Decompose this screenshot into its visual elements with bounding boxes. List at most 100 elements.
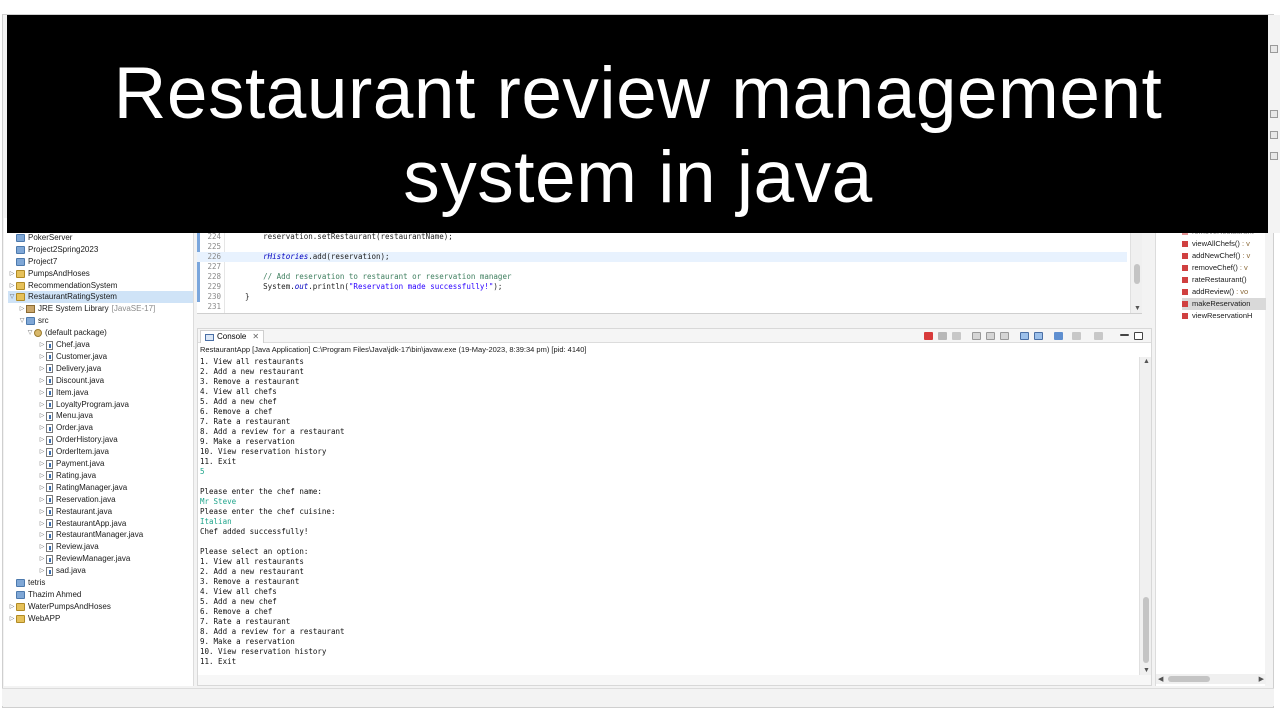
code-line[interactable]: 225 <box>197 242 1127 252</box>
view-icon[interactable] <box>1270 152 1278 160</box>
remove-launch-icon[interactable] <box>938 332 947 340</box>
explorer-item[interactable]: ▽ (default package) <box>26 327 107 339</box>
clear-console-icon[interactable] <box>972 332 981 340</box>
close-icon[interactable]: ✕ <box>252 331 259 343</box>
pin-console-icon[interactable] <box>1054 332 1063 340</box>
console-scroll-thumb[interactable] <box>1143 597 1149 663</box>
explorer-item[interactable]: ▷ PumpsAndHoses <box>8 268 90 280</box>
explorer-item[interactable]: ▷ RestaurantApp.java <box>38 518 126 530</box>
explorer-item[interactable]: ▷ OrderHistory.java <box>38 434 118 446</box>
explorer-item[interactable]: ▷ Customer.java <box>38 351 107 363</box>
explorer-item[interactable]: ▷ Payment.java <box>38 458 104 470</box>
explorer-item[interactable]: ▷ Review.java <box>38 541 99 553</box>
expand-toggle-icon[interactable]: ▷ <box>38 494 46 506</box>
explorer-item[interactable]: ▷ JRE System Library [JavaSE-17] <box>18 303 155 315</box>
code-line[interactable]: 231 <box>197 302 1127 312</box>
code-line[interactable]: 226 rHistories.add(reservation); <box>197 252 1127 262</box>
explorer-item[interactable]: ▷ WaterPumpsAndHoses <box>8 601 111 613</box>
explorer-item[interactable]: ▽ src <box>18 315 49 327</box>
explorer-item[interactable]: ▷ ReviewManager.java <box>38 553 130 565</box>
remove-all-icon[interactable] <box>952 332 961 340</box>
explorer-item[interactable]: Thazim Ahmed <box>8 589 81 601</box>
expand-toggle-icon[interactable]: ▷ <box>38 541 46 553</box>
outline-scroll-thumb[interactable] <box>1168 676 1210 682</box>
expand-toggle-icon[interactable]: ▷ <box>8 280 16 292</box>
expand-toggle-icon[interactable]: ▷ <box>38 470 46 482</box>
expand-toggle-icon[interactable]: ▽ <box>26 327 34 339</box>
expand-toggle-icon[interactable]: ▷ <box>38 410 46 422</box>
expand-toggle-icon[interactable]: ▷ <box>38 529 46 541</box>
display-console-icon[interactable] <box>1072 332 1081 340</box>
outline-item[interactable]: addNewChef(): v <box>1182 250 1250 262</box>
expand-toggle-icon[interactable]: ▷ <box>8 613 16 625</box>
code-line[interactable]: 227 <box>197 262 1127 272</box>
console-hscrollbar[interactable] <box>198 675 1151 685</box>
code-line[interactable]: 229 System.out.println("Reservation made… <box>197 282 1127 292</box>
outline-item[interactable]: viewAllChefs(): v <box>1182 238 1250 250</box>
code-line[interactable]: 224 reservation.setRestaurant(restaurant… <box>197 232 1127 242</box>
expand-toggle-icon[interactable]: ▷ <box>38 482 46 494</box>
expand-toggle-icon[interactable]: ▷ <box>38 375 46 387</box>
console-scrollbar[interactable]: ▲ ▼ <box>1139 357 1151 675</box>
minimize-icon[interactable] <box>1120 334 1129 336</box>
explorer-item[interactable]: ▷ RecommendationSystem <box>8 280 117 292</box>
show-on-stderr-icon[interactable] <box>1034 332 1043 340</box>
show-on-stdout-icon[interactable] <box>1020 332 1029 340</box>
expand-toggle-icon[interactable]: ▽ <box>18 315 26 327</box>
scroll-right-icon[interactable]: ▶ <box>1259 675 1264 683</box>
expand-toggle-icon[interactable]: ▷ <box>38 363 46 375</box>
tab-console[interactable]: Console ✕ <box>200 330 265 343</box>
open-console-icon[interactable] <box>1094 332 1103 340</box>
expand-toggle-icon[interactable]: ▷ <box>38 387 46 399</box>
explorer-item[interactable]: ▷ Item.java <box>38 387 88 399</box>
explorer-item[interactable]: ▷ Reservation.java <box>38 494 116 506</box>
explorer-item[interactable]: ▷ RatingManager.java <box>38 482 127 494</box>
code-line[interactable]: 228 // Add reservation to restaurant or … <box>197 272 1127 282</box>
outline-item[interactable]: addReview(): vo <box>1182 286 1248 298</box>
outline-item[interactable]: rateRestaurant() <box>1182 274 1247 286</box>
explorer-item[interactable]: ▽ RestaurantRatingSystem <box>8 291 193 304</box>
explorer-item[interactable]: ▷ Order.java <box>38 422 93 434</box>
explorer-item[interactable]: ▷ WebAPP <box>8 613 60 625</box>
scroll-lock-icon[interactable] <box>986 332 995 340</box>
outline-item[interactable]: removeChef(): v <box>1182 262 1248 274</box>
restore-icon[interactable] <box>1270 45 1278 53</box>
code-line[interactable]: 230 } <box>197 292 1127 302</box>
expand-toggle-icon[interactable]: ▷ <box>38 506 46 518</box>
explorer-item[interactable]: ▷ Rating.java <box>38 470 96 482</box>
expand-toggle-icon[interactable]: ▷ <box>38 422 46 434</box>
scroll-down-icon[interactable]: ▼ <box>1134 305 1141 312</box>
explorer-item[interactable]: ▷ LoyaltyProgram.java <box>38 399 129 411</box>
scroll-down-icon[interactable]: ▼ <box>1143 667 1150 674</box>
expand-toggle-icon[interactable]: ▷ <box>38 339 46 351</box>
expand-toggle-icon[interactable]: ▷ <box>38 518 46 530</box>
expand-toggle-icon[interactable]: ▷ <box>38 446 46 458</box>
explorer-item[interactable]: ▷ RestaurantManager.java <box>38 529 143 541</box>
scroll-left-icon[interactable]: ◀ <box>1158 675 1163 683</box>
word-wrap-icon[interactable] <box>1000 332 1009 340</box>
expand-toggle-icon[interactable]: ▷ <box>38 553 46 565</box>
expand-toggle-icon[interactable]: ▷ <box>8 268 16 280</box>
view-icon[interactable] <box>1270 131 1278 139</box>
expand-toggle-icon[interactable]: ▷ <box>38 399 46 411</box>
terminate-icon[interactable] <box>924 332 933 340</box>
expand-toggle-icon[interactable]: ▷ <box>38 458 46 470</box>
outline-item[interactable]: makeReservation <box>1182 298 1266 310</box>
explorer-item[interactable]: ▷ Chef.java <box>38 339 90 351</box>
explorer-item[interactable]: Project7 <box>8 256 57 268</box>
expand-toggle-icon[interactable]: ▷ <box>38 565 46 577</box>
outline-item[interactable]: viewReservationH <box>1182 310 1252 322</box>
expand-toggle-icon[interactable]: ▽ <box>8 291 16 303</box>
explorer-item[interactable]: PokerServer <box>8 232 72 244</box>
explorer-item[interactable]: ▷ OrderItem.java <box>38 446 109 458</box>
view-icon[interactable] <box>1270 110 1278 118</box>
expand-toggle-icon[interactable]: ▷ <box>38 351 46 363</box>
expand-toggle-icon[interactable]: ▷ <box>18 303 26 315</box>
explorer-item[interactable]: ▷ Menu.java <box>38 410 93 422</box>
expand-toggle-icon[interactable]: ▷ <box>8 601 16 613</box>
explorer-item[interactable]: ▷ Restaurant.java <box>38 506 112 518</box>
expand-toggle-icon[interactable]: ▷ <box>38 434 46 446</box>
maximize-icon[interactable] <box>1134 332 1143 340</box>
editor-scroll-thumb[interactable] <box>1134 264 1140 284</box>
explorer-item[interactable]: Project2Spring2023 <box>8 244 98 256</box>
